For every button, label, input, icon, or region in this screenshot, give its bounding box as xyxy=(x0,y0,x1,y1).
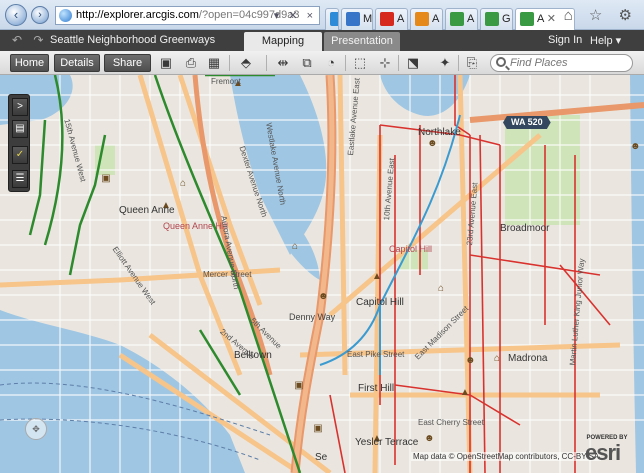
print-icon[interactable]: ⎙ xyxy=(183,55,199,71)
browser-bar: ‹ › http://explorer.arcgis.com/?open=04c… xyxy=(0,0,644,30)
measure-icon[interactable]: ⇹ xyxy=(275,55,291,71)
address-buttons[interactable]: ▾ ✕ × xyxy=(274,8,316,24)
school-icon[interactable]: ⌂ xyxy=(178,178,188,190)
identify-icon[interactable]: ⊹ xyxy=(377,55,393,71)
esri-logo: POWERED BY esri xyxy=(585,435,628,465)
school-icon[interactable]: ⌂ xyxy=(436,283,446,295)
school-icon[interactable]: ⌂ xyxy=(290,241,300,253)
tab-close-icon[interactable]: ✕ xyxy=(547,13,556,25)
toolbar-separator xyxy=(266,55,267,71)
tab-5[interactable]: G xyxy=(480,8,513,30)
basemap-icon[interactable]: ⧉ xyxy=(299,55,315,71)
save-icon[interactable]: ▣ xyxy=(158,55,174,71)
details-button[interactable]: Details xyxy=(54,54,100,72)
label-east-pike: East Pike Street xyxy=(347,350,405,359)
zoom-select-icon[interactable]: ⬔ xyxy=(405,55,421,71)
people-icon[interactable]: ☻ xyxy=(427,138,438,150)
help-menu[interactable]: Help ▾ xyxy=(590,34,621,47)
transit-icon[interactable]: ▣ xyxy=(313,423,323,435)
checklist-icon[interactable]: ✓ xyxy=(12,146,28,164)
elliott-bay xyxy=(0,310,245,473)
bookmark-icon[interactable]: ⬘ xyxy=(238,55,254,71)
map-title: Seattle Neighborhood Greenways xyxy=(50,34,216,46)
school-icon[interactable]: ⌂ xyxy=(492,353,502,365)
share-button[interactable]: Share xyxy=(104,54,151,72)
legend-icon[interactable]: ▤ xyxy=(12,120,28,138)
tab-2[interactable]: A xyxy=(375,8,408,30)
back-icon[interactable]: ‹ xyxy=(5,4,27,26)
label-mercer-street: Mercer Street xyxy=(203,270,252,279)
toolbar-separator xyxy=(398,55,399,71)
find-places-input[interactable] xyxy=(510,57,628,69)
transit-icon[interactable]: ▣ xyxy=(294,380,304,392)
people-icon[interactable]: ☻ xyxy=(465,355,476,367)
label-east-cherry: East Cherry Street xyxy=(418,418,484,427)
library-icon[interactable]: ▲ xyxy=(372,271,382,283)
label-broadmoor: Broadmoor xyxy=(500,223,550,234)
browser-tools-icons[interactable]: ⌂ ☆ ⚙ xyxy=(564,6,638,24)
list-icon[interactable]: ☰ xyxy=(12,170,28,188)
toolbar-separator xyxy=(229,55,230,71)
library-icon[interactable]: ▲ xyxy=(460,387,470,399)
tab-pinned[interactable] xyxy=(325,8,339,30)
select-icon[interactable]: ⬚ xyxy=(352,55,368,71)
toolbar-separator xyxy=(345,55,346,71)
label-seattle: Se xyxy=(315,452,328,463)
label-first-hill: First Hill xyxy=(358,383,395,394)
arcgis-globe-icon xyxy=(485,12,499,27)
url-host: http://explorer.arcgis.com xyxy=(76,9,199,21)
search-icon xyxy=(496,57,506,67)
toolbar: Home Details Share ▣ ⎙ ▦ ⬘ ⇹ ⧉ ◔ ⬚ ⊹ ⬔ ✦… xyxy=(0,51,644,75)
address-bar[interactable]: http://explorer.arcgis.com/?open=04c997d… xyxy=(55,6,320,25)
tab-mapping[interactable]: Mapping xyxy=(244,32,322,51)
gauge-icon[interactable]: ◔ xyxy=(323,55,339,71)
map-attribution: Map data © OpenStreetMap contributors, C… xyxy=(411,452,602,461)
ie-tab-icon xyxy=(330,12,338,27)
app-header: ↶ ↷ Seattle Neighborhood Greenways Mappi… xyxy=(0,30,644,51)
people-icon[interactable]: ☻ xyxy=(318,291,329,303)
map-side-toolbar: > ▤ ✓ ☰ xyxy=(8,94,30,192)
pan-control-icon[interactable]: ✥ xyxy=(25,418,47,440)
label-queen-anne-hill: Queen Anne Hill xyxy=(163,221,229,231)
tab-4[interactable]: A xyxy=(445,8,478,30)
arcgis-globe-icon xyxy=(520,12,534,27)
youtube-icon xyxy=(380,12,394,27)
expand-panel-button[interactable]: > xyxy=(12,98,28,116)
toolbar-separator xyxy=(458,55,459,71)
layers-icon[interactable]: ✦ xyxy=(437,55,453,71)
label-capitol-hill-area: Capitol Hill xyxy=(389,244,433,254)
arcgis-globe-icon xyxy=(450,12,464,27)
layout-icon[interactable]: ▦ xyxy=(206,55,222,71)
label-denny-way: Denny Way xyxy=(289,312,336,322)
tab-presentation[interactable]: Presentation xyxy=(324,32,400,51)
people-icon[interactable]: ☻ xyxy=(424,433,435,445)
label-northlake: Northlake xyxy=(418,127,461,138)
basemap xyxy=(0,75,644,473)
lake-washington xyxy=(630,75,644,473)
label-madrona: Madrona xyxy=(508,353,548,364)
people-icon[interactable]: ☻ xyxy=(630,141,641,153)
tab-1[interactable]: M xyxy=(341,8,373,30)
label-queen-anne: Queen Anne xyxy=(119,205,175,216)
forward-icon[interactable]: › xyxy=(31,6,49,24)
share-icon[interactable]: ⎘ xyxy=(464,55,480,71)
label-capitol-hill: Capitol Hill xyxy=(356,297,404,308)
sr-520-shield: WA 520 xyxy=(503,116,551,129)
label-yesler-terrace: Yesler Terrace xyxy=(355,437,419,448)
tab-favicon xyxy=(415,12,429,27)
map-view[interactable]: ⌂ ▲ ▲ ☻ ⌂ ⌂ ▲ ☻ ☻ ⌂ ▲ ▲ ☻ ▣ ▣ ▣ ☻ Queen … xyxy=(0,75,644,473)
undo-redo-icons[interactable]: ↶ ↷ xyxy=(12,33,47,47)
tab-3[interactable]: A xyxy=(410,8,443,30)
sign-in-link[interactable]: Sign In xyxy=(548,34,582,46)
transit-icon[interactable]: ▣ xyxy=(101,173,111,185)
label-fremont: Fremont xyxy=(211,77,241,86)
find-places-box[interactable] xyxy=(490,54,633,72)
site-globe-icon xyxy=(59,9,72,22)
home-button[interactable]: Home xyxy=(10,54,49,72)
tab-favicon xyxy=(346,12,360,27)
